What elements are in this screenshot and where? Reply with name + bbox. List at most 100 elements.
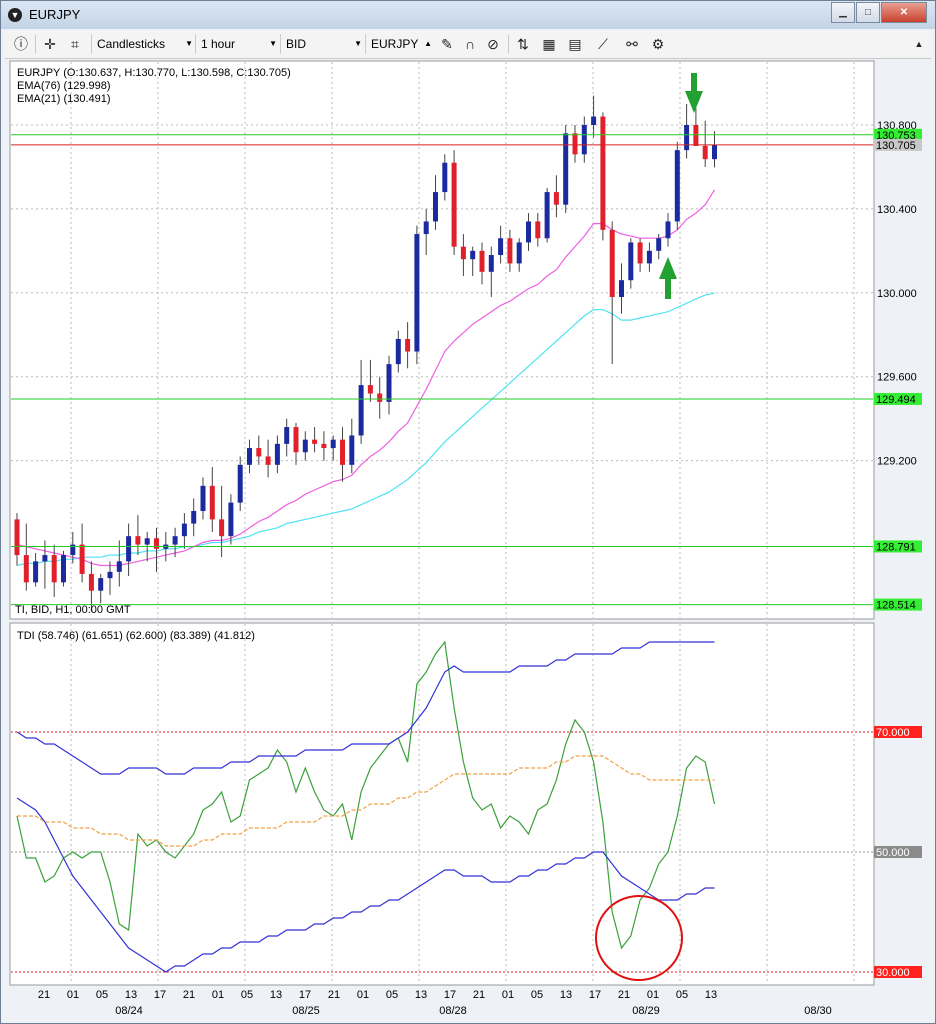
time-tick-label: 21 [328, 989, 340, 1001]
candle-body [507, 238, 513, 264]
candle-body [219, 519, 225, 537]
date-label: 08/25 [292, 1005, 320, 1017]
time-tick-label: 21 [38, 989, 50, 1001]
candle-body [395, 338, 401, 365]
candle-body [51, 555, 57, 583]
candle-body [116, 561, 122, 572]
time-tick-label: 21 [473, 989, 485, 1001]
candle-body [302, 439, 308, 453]
candle-body [451, 162, 457, 247]
candle-body [61, 555, 66, 583]
time-tick-label: 01 [212, 989, 224, 1001]
candle-body [665, 221, 671, 239]
candle-body [135, 536, 141, 545]
candle-body [684, 124, 690, 151]
candle-body [126, 536, 132, 562]
candle-body [498, 238, 504, 256]
candle-body [488, 255, 494, 272]
time-tick-label: 13 [270, 989, 282, 1001]
price-level-label: 130.705 [876, 140, 916, 152]
tdi-legend: TDI (58.746) (61.651) (62.600) (83.389) … [17, 630, 255, 642]
candle-body [563, 133, 569, 205]
price-tick-label: 130.400 [877, 204, 917, 216]
candle-body [200, 485, 206, 511]
candle-body [646, 250, 652, 264]
candle-body [386, 364, 392, 402]
candle-body [377, 393, 383, 402]
candle-body [191, 510, 197, 524]
candle-body [628, 242, 634, 281]
date-label: 08/30 [804, 1005, 832, 1017]
candle-body [712, 144, 717, 160]
candle-body [544, 192, 550, 239]
candle-body [98, 578, 104, 591]
candle-body [423, 221, 429, 235]
price-tick-label: 130.000 [877, 288, 917, 300]
candle-body [600, 116, 606, 230]
candle-body [14, 519, 20, 556]
candle-body [637, 242, 643, 264]
time-tick-label: 05 [241, 989, 253, 1001]
candle-body [340, 439, 345, 465]
candle-body [349, 435, 355, 465]
date-label: 08/28 [439, 1005, 467, 1017]
date-label: 08/24 [115, 1005, 143, 1017]
candle [61, 550, 66, 587]
candle-body [256, 448, 262, 457]
candle-body [479, 250, 485, 272]
candle-body [274, 443, 280, 465]
price-level-label: 128.791 [876, 541, 916, 553]
chart-canvas[interactable]: 130.800130.400130.000129.600129.200130.7… [1, 1, 935, 1023]
main-legend-ema76: EMA(76) (129.998) [17, 80, 111, 92]
time-tick-label: 17 [299, 989, 311, 1001]
candle-body [312, 439, 318, 444]
candle [451, 150, 457, 256]
candle-body [172, 536, 178, 545]
candle-body [674, 150, 680, 222]
candle-body [330, 439, 336, 449]
candle-body [23, 555, 29, 583]
candle-body [293, 427, 299, 453]
candle-body [460, 246, 466, 260]
candle-body [247, 448, 252, 465]
level-label: 50.000 [876, 847, 910, 859]
time-tick-label: 01 [357, 989, 369, 1001]
candle [600, 112, 606, 241]
candle-body [33, 561, 39, 583]
candle-body [284, 427, 290, 444]
candle-body [693, 124, 699, 146]
candle-body [470, 250, 476, 260]
time-tick-label: 13 [560, 989, 572, 1001]
candle-body [79, 544, 85, 574]
main-footer: TI, BID, H1, 00:00 GMT [15, 604, 131, 616]
candle-body [442, 162, 448, 193]
time-tick-label: 05 [531, 989, 543, 1001]
time-tick-label: 01 [67, 989, 79, 1001]
candle-body [609, 229, 615, 297]
time-tick-label: 13 [705, 989, 717, 1001]
candle-body [526, 221, 531, 243]
candle-body [433, 192, 438, 222]
candle-body [414, 234, 420, 352]
time-tick-label: 13 [125, 989, 137, 1001]
time-tick-label: 01 [502, 989, 514, 1001]
time-tick-label: 17 [589, 989, 601, 1001]
candle [674, 141, 680, 230]
candle-body [181, 523, 187, 537]
candle-body [656, 238, 662, 251]
candle-body [516, 242, 522, 264]
candle-body [591, 116, 597, 125]
candle-body [321, 443, 327, 449]
time-tick-label: 05 [386, 989, 398, 1001]
candle-body [535, 221, 541, 239]
candle [414, 225, 420, 365]
time-tick-label: 13 [415, 989, 427, 1001]
main-legend-ema21: EMA(21) (130.491) [17, 93, 111, 105]
candle-body [572, 133, 578, 155]
candle-body [209, 485, 215, 520]
candle-body [107, 571, 113, 579]
date-label: 08/29 [632, 1005, 660, 1017]
time-tick-label: 17 [154, 989, 166, 1001]
candle-body [619, 280, 624, 297]
candle-body [237, 464, 243, 503]
